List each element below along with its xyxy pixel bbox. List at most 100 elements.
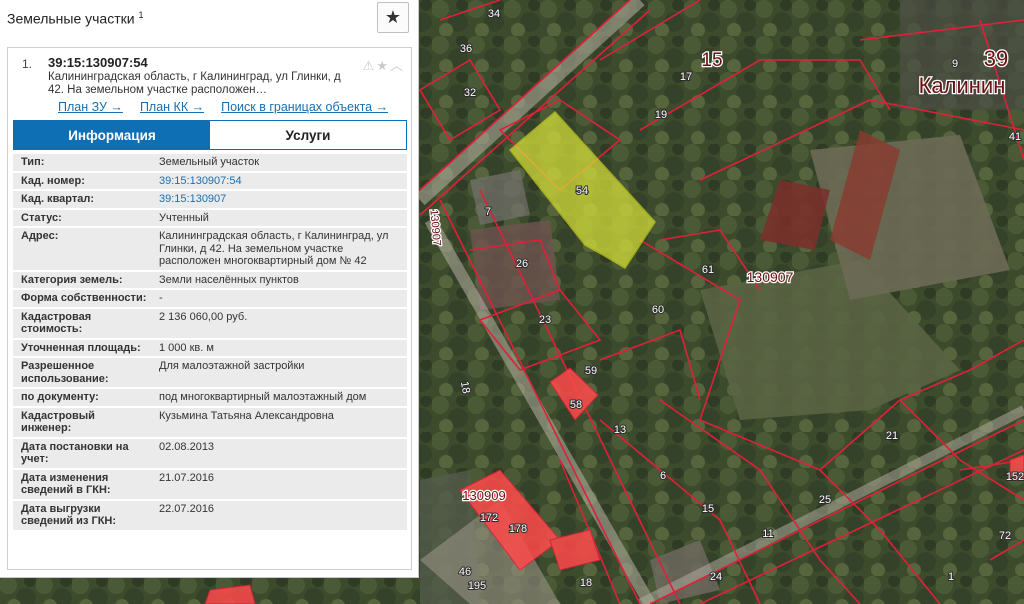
info-label: Дата выгрузки сведений из ГКН: bbox=[13, 500, 151, 530]
map-parcel-label: 6 bbox=[660, 470, 666, 482]
map-parcel-label: 25 bbox=[819, 494, 831, 506]
map-parcel-label: 24 bbox=[710, 571, 722, 583]
map-parcel-label: 46 bbox=[459, 566, 471, 578]
info-row: Дата постановки на учет: 02.08.2013 bbox=[13, 438, 407, 468]
result-card: 1. 39:15:130907:54 Калининградская облас… bbox=[7, 47, 412, 570]
info-label: Категория земель: bbox=[13, 271, 151, 288]
info-value: Земли населённых пунктов bbox=[151, 271, 407, 288]
info-row: Уточненная площадь: 1 000 кв. м bbox=[13, 339, 407, 356]
map-parcel-label: 172 bbox=[480, 512, 498, 524]
info-value: 2 136 060,00 руб. bbox=[151, 308, 407, 338]
map-parcel-label: 72 bbox=[999, 530, 1011, 542]
panel-title: Земельные участки 1 bbox=[7, 10, 143, 27]
card-action-icons[interactable]: ⚠★︿ bbox=[363, 55, 405, 74]
info-value: Учтенный bbox=[151, 209, 407, 226]
map-parcel-label: 9 bbox=[952, 58, 958, 70]
map-parcel-label: 178 bbox=[509, 523, 527, 535]
cadastral-number-title[interactable]: 39:15:130907:54 bbox=[48, 55, 148, 70]
map-parcel-label: 152 bbox=[1006, 471, 1024, 483]
map-parcel-label: 32 bbox=[464, 87, 476, 99]
info-value: Земельный участок bbox=[151, 154, 407, 171]
map-parcel-label: 17 bbox=[680, 71, 692, 83]
map-parcel-label: 21 bbox=[886, 430, 898, 442]
info-row: Категория земель: Земли населённых пункто… bbox=[13, 271, 407, 288]
info-label: Форма собственности: bbox=[13, 290, 151, 307]
info-label: Кадастровая стоимость: bbox=[13, 308, 151, 338]
info-row: Тип: Земельный участок bbox=[13, 154, 407, 171]
info-value: 21.07.2016 bbox=[151, 469, 407, 499]
plan-zu-link[interactable]: План ЗУ → bbox=[58, 100, 123, 114]
map-parcel-label: 58 bbox=[570, 399, 582, 411]
info-value: 22.07.2016 bbox=[151, 500, 407, 530]
map-parcel-label: 15 bbox=[701, 50, 722, 71]
map-parcel-label: 34 bbox=[488, 8, 500, 20]
result-index: 1. bbox=[22, 57, 33, 71]
info-table: Тип: Земельный участок Кад. номер: 39:15:13… bbox=[13, 152, 407, 532]
card-tabs: Информация Услуги bbox=[13, 120, 407, 150]
map-parcel-label: 7 bbox=[485, 206, 491, 218]
info-label: Статус: bbox=[13, 209, 151, 226]
info-row: Кад. номер: 39:15:130907:54 bbox=[13, 172, 407, 189]
map-parcel-label: 130907 bbox=[747, 269, 794, 285]
info-value: под многоквартирный малоэтажный дом bbox=[151, 389, 407, 406]
info-value: Для малоэтажной застройки bbox=[151, 358, 407, 387]
map-parcel-label: 18 bbox=[580, 577, 592, 589]
info-value: Кузьмина Татьяна Александровна bbox=[151, 407, 407, 437]
map-parcel-label: 54 bbox=[576, 185, 588, 197]
map-feature bbox=[470, 170, 530, 225]
chevron-up-icon[interactable]: ︿ bbox=[390, 58, 405, 73]
info-label: Разрешенное использование: bbox=[13, 358, 151, 387]
info-value-link[interactable]: 39:15:130907:54 bbox=[159, 175, 242, 187]
map-parcel-label: Калинин bbox=[919, 73, 1006, 98]
info-value-link[interactable]: 39:15:130907 bbox=[159, 193, 226, 205]
plan-kk-link[interactable]: План КК → bbox=[140, 100, 204, 114]
tab-information[interactable]: Информация bbox=[14, 121, 210, 149]
info-row: Дата выгрузки сведений из ГКН: 22.07.2016 bbox=[13, 500, 407, 530]
search-in-bounds-link[interactable]: Поиск в границах объекта → bbox=[221, 100, 388, 114]
map-parcel-label: 36 bbox=[460, 43, 472, 55]
map-parcel-label: 19 bbox=[655, 109, 667, 121]
info-row: Кадастровый инженер: Кузьмина Татьяна Але… bbox=[13, 407, 407, 437]
search-results-panel: Земельные участки 1 ★ 1. 39:15:130907:54… bbox=[0, 0, 419, 578]
warning-icon[interactable]: ⚠ bbox=[363, 58, 377, 73]
map-parcel-label: 59 bbox=[585, 365, 597, 377]
map-parcel-label: 61 bbox=[702, 264, 714, 276]
map-parcel-label: 130909 bbox=[462, 488, 505, 503]
info-label: Уточненная площадь: bbox=[13, 339, 151, 356]
info-value: 02.08.2013 bbox=[151, 438, 407, 468]
info-value: 39:15:130907:54 bbox=[151, 172, 407, 189]
info-label: Кад. квартал: bbox=[13, 191, 151, 208]
map-parcel-label: 15 bbox=[702, 503, 714, 515]
map-parcel-label: 23 bbox=[539, 314, 551, 326]
map-parcel-label: 60 bbox=[652, 304, 664, 316]
info-label: Тип: bbox=[13, 154, 151, 171]
info-value: 39:15:130907 bbox=[151, 191, 407, 208]
star-icon[interactable]: ★ bbox=[376, 58, 390, 73]
map-parcel-label: 11 bbox=[762, 528, 773, 540]
info-row: Разрешенное использование: Для малоэтажно… bbox=[13, 358, 407, 387]
info-row: Адрес: Калининградская область, г Калинин… bbox=[13, 228, 407, 270]
info-value: 1 000 кв. м bbox=[151, 339, 407, 356]
info-label: Адрес: bbox=[13, 228, 151, 270]
info-label: Кад. номер: bbox=[13, 172, 151, 189]
info-label: Дата изменения сведений в ГКН: bbox=[13, 469, 151, 499]
map-parcel-label: 13 bbox=[614, 424, 626, 436]
panel-header: Земельные участки 1 bbox=[0, 0, 418, 36]
info-row: по документу: под многоквартирный малоэта… bbox=[13, 389, 407, 406]
info-label: Дата постановки на учет: bbox=[13, 438, 151, 468]
map-parcel-label: 18 bbox=[458, 380, 472, 394]
favorite-button[interactable]: ★ bbox=[377, 2, 409, 33]
map-parcel-label: 26 bbox=[516, 258, 528, 270]
info-label: Кадастровый инженер: bbox=[13, 407, 151, 437]
info-row: Кадастровая стоимость: 2 136 060,00 руб. bbox=[13, 308, 407, 338]
info-row: Кад. квартал: 39:15:130907 bbox=[13, 191, 407, 208]
tab-services[interactable]: Услуги bbox=[210, 121, 406, 149]
star-icon: ★ bbox=[384, 7, 402, 27]
map-parcel-label: 41 bbox=[1009, 131, 1021, 143]
result-address: Калининградская область, г Калининград, … bbox=[48, 71, 341, 96]
panel-title-count: 1 bbox=[138, 9, 144, 20]
info-value: - bbox=[151, 290, 407, 307]
info-label: по документу: bbox=[13, 389, 151, 406]
info-row: Дата изменения сведений в ГКН: 21.07.2016 bbox=[13, 469, 407, 499]
panel-title-text: Земельные участки bbox=[7, 10, 135, 27]
